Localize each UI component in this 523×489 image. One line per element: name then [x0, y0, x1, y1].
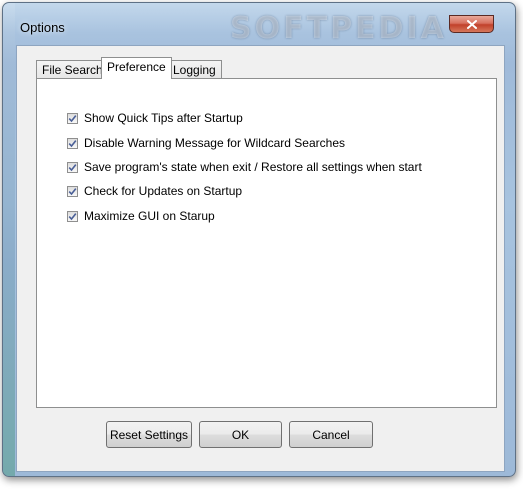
checkmark-icon	[68, 139, 77, 147]
checkmark-icon	[68, 212, 77, 220]
cancel-button[interactable]: Cancel	[289, 421, 373, 448]
close-icon	[466, 19, 477, 29]
option-disable-warning[interactable]: Disable Warning Message for Wildcard Sea…	[67, 135, 345, 151]
option-check-updates[interactable]: Check for Updates on Startup	[67, 183, 242, 199]
option-save-state[interactable]: Save program's state when exit / Restore…	[67, 159, 422, 175]
ok-button[interactable]: OK	[199, 421, 282, 448]
checkmark-icon	[68, 114, 77, 122]
option-show-quick-tips[interactable]: Show Quick Tips after Startup	[67, 110, 243, 126]
option-maximize-gui[interactable]: Maximize GUI on Starup	[67, 208, 215, 224]
reset-settings-button[interactable]: Reset Settings	[106, 421, 192, 448]
tab-preference[interactable]: Preference	[101, 57, 172, 79]
dialog-client-area: File Search Preference Logging Show Quic…	[16, 45, 505, 472]
close-button[interactable]	[449, 15, 494, 33]
checkmark-icon	[68, 163, 77, 171]
checkbox[interactable]	[67, 210, 78, 222]
option-label: Show Quick Tips after Startup	[84, 111, 243, 125]
window-title: Options	[20, 20, 65, 35]
option-label: Maximize GUI on Starup	[84, 209, 215, 223]
checkbox[interactable]	[67, 112, 78, 124]
option-label: Check for Updates on Startup	[84, 184, 243, 198]
checkbox[interactable]	[67, 137, 78, 149]
tab-file-search[interactable]: File Search	[36, 60, 109, 79]
tab-logging[interactable]: Logging	[167, 60, 222, 79]
option-label: Disable Warning Message for Wildcard Sea…	[84, 136, 345, 150]
option-label: Save program's state when exit / Restore…	[84, 160, 422, 174]
tab-label: File Search	[42, 63, 103, 77]
watermark: SOFTPEDIA	[230, 11, 447, 46]
tab-label: Logging	[173, 63, 216, 77]
options-dialog: SOFTPEDIA Options File Search Preference…	[2, 2, 516, 477]
checkbox[interactable]	[67, 161, 78, 173]
checkmark-icon	[68, 187, 77, 195]
tab-label: Preference	[107, 60, 166, 74]
checkbox[interactable]	[67, 185, 78, 197]
preference-panel: Show Quick Tips after Startup Disable Wa…	[36, 78, 497, 408]
